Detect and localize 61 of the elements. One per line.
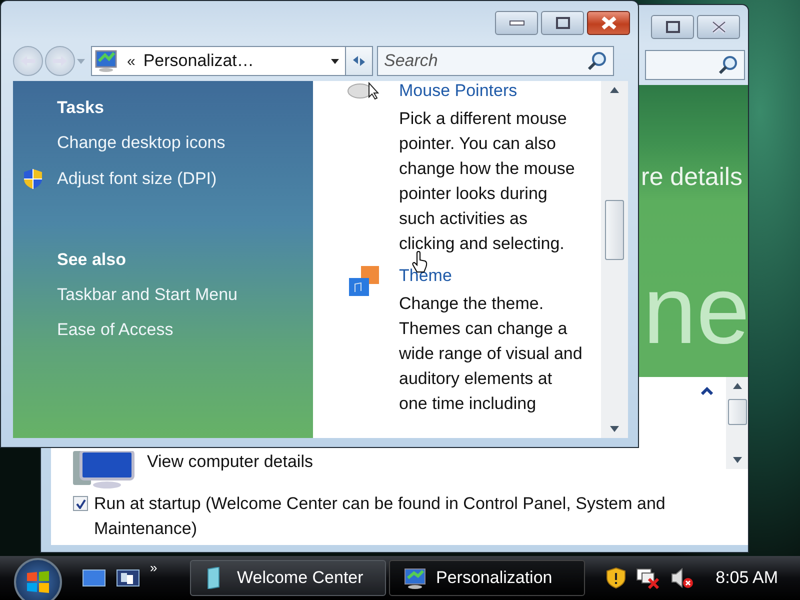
- entry-description: Pick a different mouse pointer. You can also change how the mouse pointer looks during such activities as clicking and selecting.: [399, 108, 576, 255]
- back-arrow-icon: [19, 54, 37, 68]
- scroll-thumb[interactable]: [605, 200, 624, 260]
- scroll-thumb[interactable]: [728, 399, 746, 425]
- speaker-muted-icon[interactable]: [670, 567, 694, 589]
- search-icon[interactable]: [718, 55, 738, 75]
- run-at-startup-label: Run at startup (Welcome Center can be found in Control Panel, System and Maintenance): [94, 493, 666, 540]
- view-computer-details-link[interactable]: View computer details: [147, 452, 313, 472]
- search-field[interactable]: [645, 50, 745, 80]
- entry-description: Change the theme. Themes can change a wide range of visual and auditory elements at one time including: [399, 293, 583, 415]
- entry-title-link[interactable]: Mouse Pointers: [399, 81, 583, 101]
- breadcrumb-chevron: «: [127, 52, 136, 70]
- network-error-icon[interactable]: [636, 567, 660, 589]
- maximize-button[interactable]: [651, 15, 694, 39]
- taskbar-button[interactable]: Welcome Center: [190, 560, 386, 596]
- banner-watermark: ne: [643, 263, 748, 359]
- maximize-icon: [556, 17, 570, 29]
- scroll-down-icon[interactable]: [610, 426, 619, 432]
- windows-logo-icon: [26, 570, 50, 594]
- task-link[interactable]: Adjust font size (DPI): [57, 169, 217, 189]
- scrollbar[interactable]: [601, 81, 628, 438]
- taskbar-button[interactable]: Personalization: [389, 560, 585, 596]
- forward-arrow-icon: [51, 54, 69, 68]
- stacked-windows-icon: [116, 568, 140, 588]
- close-icon: [600, 16, 616, 30]
- minimize-button[interactable]: [495, 11, 538, 35]
- security-shield-icon[interactable]: [606, 567, 626, 589]
- section-heading: Tasks: [56, 98, 105, 118]
- minimize-icon: [508, 19, 524, 27]
- start-button[interactable]: [14, 558, 62, 600]
- refresh-icon: [351, 55, 367, 67]
- dropdown-icon[interactable]: [331, 58, 339, 64]
- theme-icon[interactable]: [347, 266, 381, 298]
- scroll-down-icon[interactable]: [732, 457, 742, 463]
- search-icon[interactable]: [587, 51, 607, 71]
- task-link[interactable]: Change desktop icons: [57, 133, 226, 153]
- address-bar[interactable]: « Personalizat…: [91, 46, 346, 76]
- address-text: Personalizat…: [143, 51, 255, 71]
- control-panel-icon: [404, 567, 426, 589]
- maximize-icon: [666, 21, 680, 33]
- scroll-up-icon[interactable]: [610, 87, 619, 93]
- close-button[interactable]: [587, 11, 630, 35]
- maximize-button[interactable]: [541, 11, 584, 35]
- search-field[interactable]: Search: [377, 46, 614, 76]
- refresh-button[interactable]: [345, 46, 373, 76]
- computer-icon: [71, 451, 137, 489]
- banner-text: re details: [641, 163, 742, 192]
- section-heading: See also: [56, 250, 127, 270]
- desktop-icon: [82, 568, 106, 588]
- checkbox[interactable]: [73, 496, 88, 511]
- scroll-up-icon[interactable]: [732, 383, 742, 389]
- collapse-icon[interactable]: [701, 387, 713, 395]
- close-button[interactable]: [697, 15, 740, 39]
- entry-title-link[interactable]: Theme: [399, 266, 583, 286]
- quick-launch-chevron[interactable]: »: [150, 560, 158, 575]
- clock[interactable]: 8:05 AM: [716, 568, 778, 588]
- close-icon: [710, 20, 726, 34]
- control-panel-icon: [95, 49, 119, 73]
- search-placeholder: Search: [384, 51, 438, 71]
- scrollbar[interactable]: [726, 377, 748, 469]
- checkmark-icon: [76, 498, 86, 508]
